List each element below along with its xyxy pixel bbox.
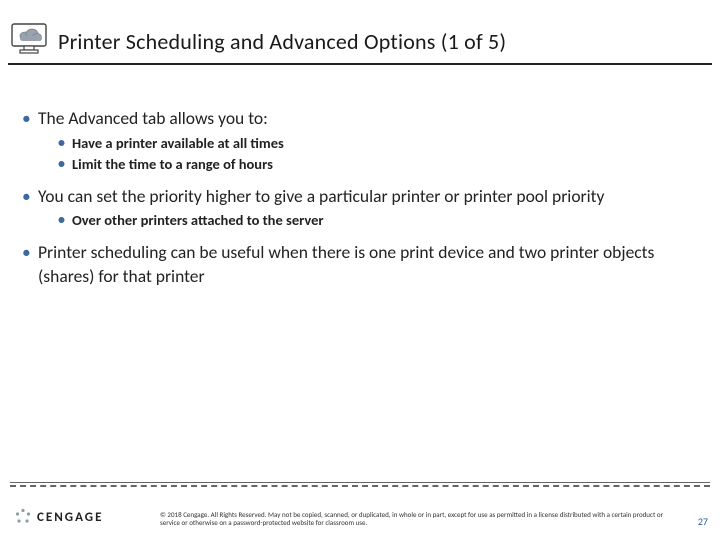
bullet-item: The Advanced tab allows you to: Have a p…: [22, 107, 692, 175]
monitor-cloud-icon: [10, 22, 50, 56]
slide: Printer Scheduling and Advanced Options …: [0, 0, 720, 540]
bullet-text: Printer scheduling can be useful when th…: [38, 241, 654, 287]
header: Printer Scheduling and Advanced Options …: [0, 0, 720, 65]
sub-bullet-text: Over other printers attached to the serv…: [72, 211, 324, 229]
page-title: Printer Scheduling and Advanced Options …: [58, 28, 702, 55]
bullet-item: Printer scheduling can be useful when th…: [22, 241, 692, 288]
sub-bullet-item: Limit the time to a range of hours: [58, 155, 692, 175]
bullet-text: The Advanced tab allows you to:: [38, 107, 268, 129]
sub-bullet-text: Have a printer available at all times: [72, 134, 284, 152]
footer-rule: [10, 482, 710, 483]
bullet-text: You can set the priority higher to give …: [38, 185, 604, 207]
footer: CENGAGE © 2018 Cengage. All Rights Reser…: [0, 482, 720, 540]
brand-logo: CENGAGE: [14, 508, 103, 526]
page-number: 27: [698, 515, 708, 528]
bullet-item: You can set the priority higher to give …: [22, 185, 692, 231]
body-content: The Advanced tab allows you to: Have a p…: [0, 65, 720, 288]
sub-bullet-item: Over other printers attached to the serv…: [58, 211, 692, 231]
brand-text: CENGAGE: [37, 510, 103, 525]
copyright-text: © 2018 Cengage. All Rights Reserved. May…: [160, 511, 680, 529]
sub-bullet-item: Have a printer available at all times: [58, 134, 692, 154]
header-underline: [8, 63, 712, 65]
sub-bullet-text: Limit the time to a range of hours: [72, 155, 273, 173]
star-icon: [14, 508, 32, 526]
footer-rule-dashed: [10, 485, 710, 487]
